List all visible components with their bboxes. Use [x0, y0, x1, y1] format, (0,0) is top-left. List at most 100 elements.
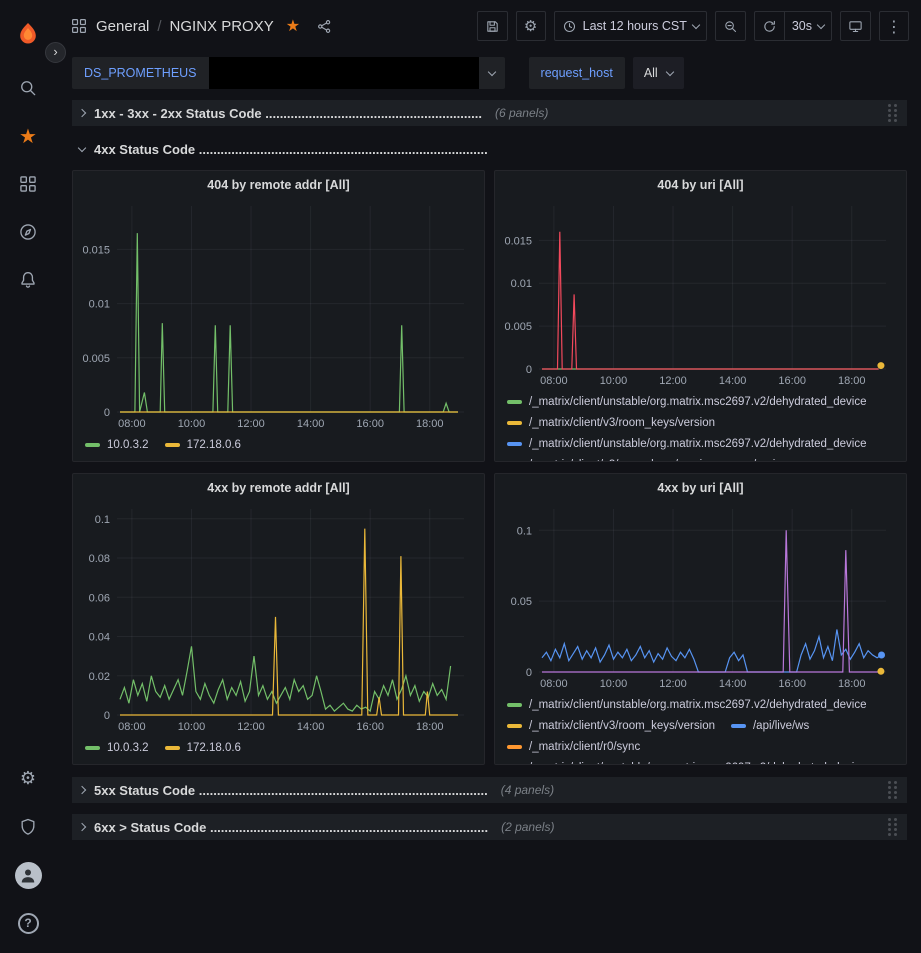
legend-label: /_matrix/client/r0/sync	[529, 739, 640, 755]
request-host-variable-label: request_host	[529, 57, 625, 89]
svg-text:16:00: 16:00	[356, 418, 384, 430]
server-admin-shield-icon[interactable]	[8, 807, 48, 847]
row-title: 1xx - 3xx - 2xx Status Code ............…	[94, 106, 482, 121]
row-5xx-status-code[interactable]: 5xx Status Code ........................…	[72, 777, 907, 803]
svg-text:0: 0	[526, 667, 532, 679]
legend-item[interactable]: 10.0.3.2	[85, 437, 149, 453]
chevron-down-icon	[487, 68, 495, 76]
panel-legend: /_matrix/client/unstable/org.matrix.msc2…	[495, 389, 906, 461]
svg-text:0: 0	[104, 407, 110, 419]
configuration-gear-icon[interactable]: ⚙	[8, 759, 48, 799]
chevron-down-icon	[817, 21, 825, 29]
save-dashboard-button[interactable]	[477, 11, 508, 41]
panel-404-by-uri: 404 by uri [All] 00.0050.010.01508:0010:…	[494, 170, 907, 462]
panel-title[interactable]: 4xx by remote addr [All]	[73, 474, 484, 501]
legend-item[interactable]: /api/live/ws	[731, 718, 809, 734]
legend-swatch-icon	[165, 443, 180, 447]
main-area: General / NGINX PROXY ★ ⚙	[56, 0, 921, 953]
legend-swatch-icon	[507, 421, 522, 425]
row-4xx-status-code[interactable]: 4xx Status Code ........................…	[72, 136, 907, 162]
dashboards-grid-icon	[70, 17, 88, 35]
legend-item[interactable]: /_matrix/client/v3/room_keys/version	[507, 415, 715, 431]
row-1xx-3xx-2xx-status-code[interactable]: 1xx - 3xx - 2xx Status Code ............…	[72, 100, 907, 126]
chevron-right-icon	[78, 823, 86, 831]
breadcrumb-section[interactable]: General	[96, 18, 149, 35]
svg-text:0: 0	[526, 364, 532, 376]
nav-bottom-group: ⚙ ?	[8, 755, 48, 947]
panel-title[interactable]: 404 by uri [All]	[495, 171, 906, 198]
tv-mode-button[interactable]	[840, 11, 871, 41]
svg-text:08:00: 08:00	[118, 721, 146, 733]
dashboard-settings-button[interactable]: ⚙	[516, 11, 546, 41]
nav-sidebar: ★ ⚙ ?	[0, 0, 56, 953]
svg-text:0.02: 0.02	[89, 671, 110, 683]
legend-item[interactable]: /_matrix/client/r0/sync	[507, 739, 640, 755]
datasource-select-caret[interactable]	[479, 57, 505, 89]
svg-text:0.04: 0.04	[89, 632, 110, 644]
row-drag-handle[interactable]	[885, 815, 900, 839]
legend-item[interactable]: /_matrix/client/v3/room_keys/version	[507, 457, 715, 461]
panel-title[interactable]: 404 by remote addr [All]	[73, 171, 484, 198]
request-host-value: All	[644, 66, 658, 80]
nav-top-group: ★	[8, 64, 48, 304]
datasource-variable-select[interactable]	[209, 57, 479, 89]
favorite-star-button[interactable]: ★	[286, 18, 300, 34]
svg-text:12:00: 12:00	[237, 721, 265, 733]
svg-text:14:00: 14:00	[297, 418, 325, 430]
svg-text:0: 0	[104, 710, 110, 722]
explore-compass-icon[interactable]	[8, 212, 48, 252]
refresh-button[interactable]	[754, 11, 785, 41]
share-button[interactable]	[316, 18, 333, 35]
legend-label: /_matrix/client/v3/room_keys/version	[529, 415, 715, 431]
legend-label: /_matrix/client/v3/room_keys/version	[529, 718, 715, 734]
row-drag-handle[interactable]	[885, 101, 900, 125]
panel-chart[interactable]: 00.0050.010.01508:0010:0012:0014:0016:00…	[77, 198, 476, 432]
user-avatar[interactable]	[8, 855, 48, 895]
panel-title[interactable]: 4xx by uri [All]	[495, 474, 906, 501]
request-host-variable-select[interactable]: All	[633, 57, 684, 89]
svg-text:10:00: 10:00	[600, 678, 628, 690]
refresh-group: 30s	[754, 11, 832, 41]
legend-item[interactable]: /_matrix/client/unstable/org.matrix.msc2…	[507, 394, 867, 410]
help-icon[interactable]: ?	[8, 903, 48, 943]
breadcrumb-title: NGINX PROXY	[170, 18, 274, 35]
legend-item[interactable]: /sw.js	[731, 457, 781, 461]
legend-swatch-icon	[507, 442, 522, 446]
legend-item[interactable]: 172.18.0.6	[165, 437, 241, 453]
kebab-menu-button[interactable]: ⋮	[879, 11, 909, 41]
legend-item[interactable]: 10.0.3.2	[85, 740, 149, 756]
grafana-app: ★ ⚙ ?	[0, 0, 921, 953]
panel-legend: 10.0.3.2 172.18.0.6	[73, 735, 484, 764]
time-range-picker[interactable]: Last 12 hours CST	[554, 11, 707, 41]
legend-swatch-icon	[165, 746, 180, 750]
grafana-flame-icon	[15, 21, 41, 47]
legend-item[interactable]: /_matrix/client/unstable/org.matrix.msc2…	[507, 436, 867, 452]
legend-label: /_matrix/client/v3/room_keys/version	[529, 457, 715, 461]
panel-chart[interactable]: 00.050.108:0010:0012:0014:0016:0018:00	[499, 501, 898, 692]
svg-text:0.005: 0.005	[504, 321, 532, 333]
panel-title-text: 404 by uri [All]	[657, 178, 743, 192]
svg-text:0.015: 0.015	[82, 244, 110, 256]
search-icon[interactable]	[8, 68, 48, 108]
legend-item[interactable]: /_matrix/client/unstable/org.matrix.msc2…	[507, 697, 867, 713]
monitor-icon	[848, 19, 863, 34]
legend-label: /sw.js	[753, 457, 781, 461]
panel-chart[interactable]: 00.020.040.060.080.108:0010:0012:0014:00…	[77, 501, 476, 735]
row-drag-handle[interactable]	[885, 778, 900, 802]
row-6xx-status-code[interactable]: 6xx > Status Code ......................…	[72, 814, 907, 840]
svg-text:0.06: 0.06	[89, 592, 110, 604]
svg-text:12:00: 12:00	[659, 678, 687, 690]
zoom-out-button[interactable]	[715, 11, 746, 41]
refresh-interval-dropdown[interactable]: 30s	[785, 11, 832, 41]
legend-item[interactable]: /_matrix/client/unstable/org.matrix.msc2…	[507, 760, 867, 764]
legend-swatch-icon	[507, 400, 522, 404]
starred-nav-icon[interactable]: ★	[8, 116, 48, 156]
sidebar-collapse-button[interactable]: ›	[45, 42, 66, 63]
legend-item[interactable]: /_matrix/client/v3/room_keys/version	[507, 718, 715, 734]
alerting-bell-icon[interactable]	[8, 260, 48, 300]
dashboards-nav-icon[interactable]	[8, 164, 48, 204]
legend-swatch-icon	[85, 443, 100, 447]
grafana-logo[interactable]	[8, 14, 48, 54]
panel-chart[interactable]: 00.0050.010.01508:0010:0012:0014:0016:00…	[499, 198, 898, 389]
legend-item[interactable]: 172.18.0.6	[165, 740, 241, 756]
